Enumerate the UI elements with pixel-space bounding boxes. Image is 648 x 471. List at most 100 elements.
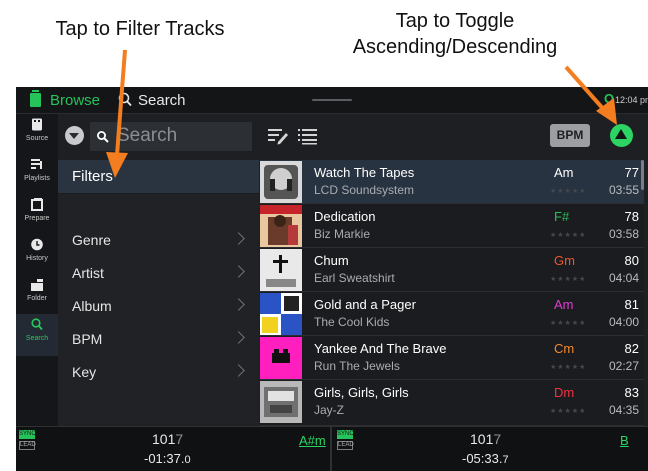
track-key: Gm — [554, 253, 575, 268]
album-art — [260, 161, 302, 203]
track-bpm: 83 — [624, 385, 639, 400]
chevron-right-icon — [232, 298, 245, 311]
track-rating[interactable]: ★★★★★ — [550, 407, 586, 415]
filter-item-label: Key — [72, 364, 97, 380]
search-icon — [118, 92, 132, 107]
sidebar-item-label: Playlists — [24, 175, 50, 182]
deck-time-main: -05:33. — [462, 451, 503, 466]
history-icon — [31, 238, 43, 251]
track-title: Dedication — [314, 209, 376, 224]
track-list: Watch The Tapes LCD Soundsystem Am ★★★★★… — [260, 160, 648, 426]
filter-item-bpm[interactable]: BPM — [58, 323, 259, 356]
deck-bar: SYNC LEAD 1017 -01:37.0 A#m SYNC LEAD 10… — [16, 426, 648, 471]
search-icon — [97, 131, 109, 143]
track-key: Cm — [554, 341, 575, 356]
deck-time: -01:37.0 — [144, 451, 191, 466]
track-row[interactable]: Chum Earl Sweatshirt Gm ★★★★★ 80 04:04 — [260, 248, 644, 292]
browse-tab[interactable]: Browse — [50, 92, 100, 109]
sidebar-item-label: Source — [25, 135, 49, 142]
track-duration: 03:58 — [608, 227, 639, 241]
album-art — [260, 381, 302, 423]
filter-item-artist[interactable]: Artist — [58, 257, 259, 290]
track-rating[interactable]: ★★★★★ — [550, 319, 586, 327]
sidebar: Source Playlists Prepare History Folder … — [16, 114, 58, 426]
album-art — [260, 249, 302, 291]
edit-list-icon[interactable] — [268, 127, 288, 145]
track-duration: 04:04 — [608, 271, 639, 285]
filter-toggle-button[interactable] — [65, 126, 84, 145]
lead-indicator: LEAD — [337, 441, 354, 450]
browse-icon — [30, 90, 41, 107]
track-duration: 02:27 — [608, 359, 639, 373]
track-row[interactable]: Watch The Tapes LCD Soundsystem Am ★★★★★… — [260, 160, 644, 204]
sidebar-item-search[interactable]: Search — [16, 314, 58, 356]
sidebar-item-playlists[interactable]: Playlists — [16, 154, 58, 194]
sidebar-item-folder[interactable]: Folder — [16, 274, 58, 314]
track-bpm: 77 — [624, 165, 639, 180]
track-rating[interactable]: ★★★★★ — [550, 363, 586, 371]
filters-header[interactable]: Filters — [58, 160, 259, 194]
filter-item-key[interactable]: Key — [58, 356, 259, 389]
track-rating[interactable]: ★★★★★ — [550, 275, 586, 283]
filters-header-label: Filters — [72, 168, 113, 185]
track-title: Yankee And The Brave — [314, 341, 447, 356]
sort-field-button[interactable]: BPM — [550, 124, 590, 147]
track-row[interactable]: Dedication Biz Markie F# ★★★★★ 78 03:58 — [260, 204, 644, 248]
track-row[interactable]: Girls, Girls, Girls Jay-Z Dm ★★★★★ 83 04… — [260, 380, 644, 426]
pull-down-handle[interactable] — [312, 99, 352, 101]
filter-item-label: Genre — [72, 232, 111, 248]
deck-time: -05:33.7 — [462, 451, 509, 466]
chevron-right-icon — [232, 364, 245, 377]
device-screen: Browse Search Q 12:04 pm Source — [16, 87, 648, 471]
track-key: Dm — [554, 385, 575, 400]
deck-bpm-dec: 7 — [175, 431, 184, 447]
deck-right[interactable]: SYNC LEAD 1017 -05:33.7 B — [334, 427, 646, 471]
track-bpm: 78 — [624, 209, 639, 224]
sidebar-item-label: Folder — [27, 295, 47, 302]
track-row[interactable]: Gold and a Pager The Cool Kids Am ★★★★★ … — [260, 292, 644, 336]
track-artist: Biz Markie — [314, 227, 371, 241]
track-row[interactable]: Yankee And The Brave Run The Jewels Cm ★… — [260, 336, 644, 380]
track-artist: The Cool Kids — [314, 315, 390, 329]
sync-button[interactable]: SYNC — [337, 430, 354, 439]
sort-order-toggle[interactable] — [610, 124, 633, 147]
sync-button[interactable]: SYNC — [19, 430, 36, 439]
track-rating[interactable]: ★★★★★ — [550, 231, 586, 239]
track-duration: 04:00 — [608, 315, 639, 329]
chevron-right-icon — [232, 265, 245, 278]
filter-item-album[interactable]: Album — [58, 290, 259, 323]
track-key: Am — [554, 297, 574, 312]
search-placeholder: Search — [117, 125, 178, 146]
filter-item-genre[interactable]: Genre — [58, 224, 259, 257]
annotation-toggle-sort: Tap to Toggle Ascending/Descending — [300, 8, 610, 60]
clock: 12:04 pm — [615, 95, 648, 105]
search-tab[interactable]: Search — [138, 92, 186, 109]
prepare-icon — [31, 198, 43, 211]
track-artist: Earl Sweatshirt — [314, 271, 395, 285]
deck-bpm: 1017 — [152, 431, 183, 447]
album-art — [260, 205, 302, 247]
annotation-toggle-line2: Ascending/Descending — [352, 36, 558, 58]
sidebar-item-prepare[interactable]: Prepare — [16, 194, 58, 234]
annotation-toggle-line1: Tap to Toggle — [395, 10, 515, 32]
sidebar-item-history[interactable]: History — [16, 234, 58, 274]
sidebar-item-source[interactable]: Source — [16, 114, 58, 154]
track-duration: 03:55 — [608, 183, 639, 197]
track-artist: LCD Soundsystem — [314, 183, 415, 197]
search-input[interactable]: Search — [90, 122, 252, 151]
scrollbar[interactable] — [641, 160, 644, 190]
deck-left[interactable]: SYNC LEAD 1017 -01:37.0 A#m — [16, 427, 328, 471]
list-view-icon[interactable] — [298, 127, 318, 145]
folder-icon — [31, 279, 43, 291]
track-duration: 04:35 — [608, 403, 639, 417]
track-bpm: 81 — [624, 297, 639, 312]
chevron-right-icon — [232, 232, 245, 245]
track-rating[interactable]: ★★★★★ — [550, 187, 586, 195]
deck-divider — [330, 427, 332, 471]
track-title: Chum — [314, 253, 349, 268]
search-icon — [31, 318, 43, 331]
filter-item-label: BPM — [72, 331, 103, 347]
top-bar: Browse Search Q 12:04 pm — [16, 87, 648, 114]
track-bpm: 80 — [624, 253, 639, 268]
deck-bpm-dec: 7 — [493, 431, 502, 447]
